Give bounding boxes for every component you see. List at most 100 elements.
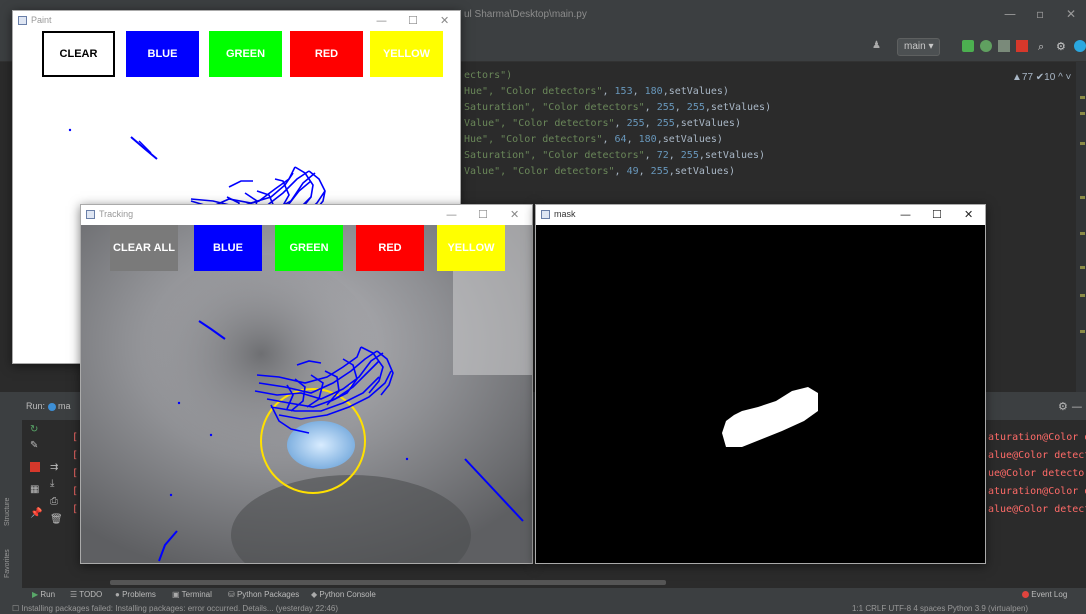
console-bracket: [ <box>72 486 79 497</box>
tracking-titlebar[interactable]: Tracking — ☐ ✕ <box>81 205 532 225</box>
layout-icon[interactable]: ▦ <box>30 484 40 495</box>
trash-icon[interactable]: 🗑 <box>50 514 63 525</box>
mask-canvas <box>536 225 985 563</box>
code-line[interactable]: Hue", "Color detectors", 153, 180,setVal… <box>464 86 729 97</box>
ide-title: ul Sharma\Desktop\main.py <box>464 9 587 20</box>
mask-title: mask <box>554 209 576 219</box>
tool-window-bar <box>0 588 1086 604</box>
console-bracket: [ <box>72 450 79 461</box>
git-update-icon[interactable] <box>962 40 974 52</box>
tracking-clear-all-button[interactable]: CLEAR ALL <box>110 225 178 271</box>
tracking-blue-button[interactable]: BLUE <box>194 225 262 271</box>
pin-icon[interactable]: 📌 <box>30 508 42 519</box>
gutter-mark[interactable] <box>1080 142 1085 145</box>
gutter-mark[interactable] <box>1080 294 1085 297</box>
console-error-line: alue@Color detecto <box>988 450 1086 461</box>
soft-wrap-icon[interactable]: ⇉ <box>50 462 60 473</box>
app-icon <box>18 16 27 25</box>
tracking-close-button[interactable]: ✕ <box>510 208 519 221</box>
user-icon[interactable]: ♟ <box>872 40 884 52</box>
mask-maximize-button[interactable]: ☐ <box>932 208 942 221</box>
gutter-mark[interactable] <box>1080 232 1085 235</box>
tool-tab-icon: ⛁ <box>228 590 237 599</box>
ide-minimize-button[interactable]: — <box>1004 7 1016 21</box>
mask-close-button[interactable]: ✕ <box>964 208 973 221</box>
tool-tab-todo[interactable]: ☰ TODO <box>70 590 102 599</box>
ide-close-button[interactable]: ✕ <box>1066 7 1076 21</box>
search-icon[interactable]: ⌕ <box>1038 40 1050 53</box>
gutter-mark[interactable] <box>1080 266 1085 269</box>
paint-maximize-button[interactable]: ☐ <box>408 14 418 27</box>
inspection-widget[interactable]: ▲77 ✔10 ^ ˅ <box>1012 72 1071 83</box>
structure-side-tab[interactable]: Structure <box>4 498 11 526</box>
mask-titlebar[interactable]: mask — ☐ ✕ <box>536 205 985 225</box>
tool-tab-python-console[interactable]: ◆ Python Console <box>311 590 376 599</box>
gutter-mark[interactable] <box>1080 96 1085 99</box>
branch-selector[interactable]: main ▾ <box>897 38 941 56</box>
paint-dot <box>68 128 72 132</box>
event-log-tab[interactable]: Event Log <box>1022 590 1067 599</box>
tracking-red-button[interactable]: RED <box>356 225 424 271</box>
mask-window[interactable]: mask — ☐ ✕ <box>535 204 986 564</box>
error-badge-icon <box>1022 591 1029 599</box>
scroll-end-icon[interactable]: ⤓ <box>50 478 60 489</box>
paint-close-button[interactable]: ✕ <box>440 14 449 27</box>
app-icon <box>541 210 550 219</box>
tracking-window[interactable]: Tracking — ☐ ✕ CLEAR ALL BLUE GREEN RED … <box>80 204 533 564</box>
tool-tab-python-packages[interactable]: ⛁ Python Packages <box>228 590 299 599</box>
horizontal-scrollbar[interactable] <box>110 580 666 585</box>
run-label: Run: ma <box>26 401 71 411</box>
run-settings-icon[interactable]: ⚙ — <box>1058 400 1082 413</box>
tool-tab-icon: ☰ <box>70 590 80 599</box>
console-bracket: [ <box>72 432 79 443</box>
tracking-minimize-button[interactable]: — <box>446 208 457 221</box>
stop-run-icon[interactable] <box>30 462 40 472</box>
favorites-side-tab[interactable]: Favorites <box>4 549 11 578</box>
tool-tab-icon: ● <box>115 590 123 599</box>
console-error-line: ue@Color detectors <box>988 468 1086 479</box>
app-icon <box>86 210 95 219</box>
tool-tab-run[interactable]: ▶ Run <box>32 590 55 599</box>
rerun-icon[interactable]: ↻ <box>30 424 40 435</box>
console-bracket: [ <box>72 504 79 515</box>
tracked-object <box>287 421 355 469</box>
gutter-mark[interactable] <box>1080 112 1085 115</box>
tracking-green-button[interactable]: GREEN <box>275 225 343 271</box>
gutter-mark[interactable] <box>1080 196 1085 199</box>
code-line[interactable]: Value", "Color detectors", 49, 255,setVa… <box>464 166 735 177</box>
console-bracket: [ <box>72 468 79 479</box>
status-right[interactable]: 1:1 CRLF UTF-8 4 spaces Python 3.9 (virt… <box>852 604 1028 614</box>
run-tab-label[interactable]: ma <box>58 401 71 411</box>
code-line[interactable]: Saturation", "Color detectors", 255, 255… <box>464 102 771 113</box>
code-line[interactable]: Saturation", "Color detectors", 72, 255,… <box>464 150 765 161</box>
code-line[interactable]: Value", "Color detectors", 255, 255,setV… <box>464 118 741 129</box>
ide-restore-button[interactable]: ▫ <box>1036 7 1044 21</box>
tool-tab-problems[interactable]: ● Problems <box>115 590 156 599</box>
console-error-line: aturation@Color de <box>988 486 1086 497</box>
status-message[interactable]: ☐ Installing packages failed: Installing… <box>12 604 338 614</box>
python-icon <box>47 402 56 411</box>
plugin-icon[interactable] <box>1074 40 1086 52</box>
code-line[interactable]: Hue", "Color detectors", 64, 180,setValu… <box>464 134 723 145</box>
mask-minimize-button[interactable]: — <box>900 208 911 221</box>
console-error-line: alue@Color detecto <box>988 504 1086 515</box>
console-error-line: aturation@Color de <box>988 432 1086 443</box>
gear-icon[interactable]: ⚙ <box>1056 40 1068 53</box>
tool-tab-icon: ▣ <box>172 590 182 599</box>
paint-titlebar[interactable]: Paint — ☐ ✕ <box>13 11 460 31</box>
paint-title: Paint <box>31 15 52 25</box>
profile-icon[interactable] <box>998 40 1010 52</box>
tracking-title: Tracking <box>99 209 134 219</box>
paint-minimize-button[interactable]: — <box>376 14 387 27</box>
stop-icon[interactable] <box>1016 40 1028 52</box>
print-icon[interactable]: ⎙ <box>50 496 60 507</box>
tracking-yellow-button[interactable]: YELLOW <box>437 225 505 271</box>
code-line[interactable]: ectors") <box>464 70 512 81</box>
gutter-mark[interactable] <box>1080 330 1085 333</box>
branch-label: main ▾ <box>904 41 934 52</box>
wrench-icon[interactable]: ✎ <box>30 440 40 451</box>
tracking-maximize-button[interactable]: ☐ <box>478 208 488 221</box>
camera-feed <box>81 225 532 563</box>
tool-tab-terminal[interactable]: ▣ Terminal <box>172 590 212 599</box>
debug-icon[interactable] <box>980 40 992 52</box>
